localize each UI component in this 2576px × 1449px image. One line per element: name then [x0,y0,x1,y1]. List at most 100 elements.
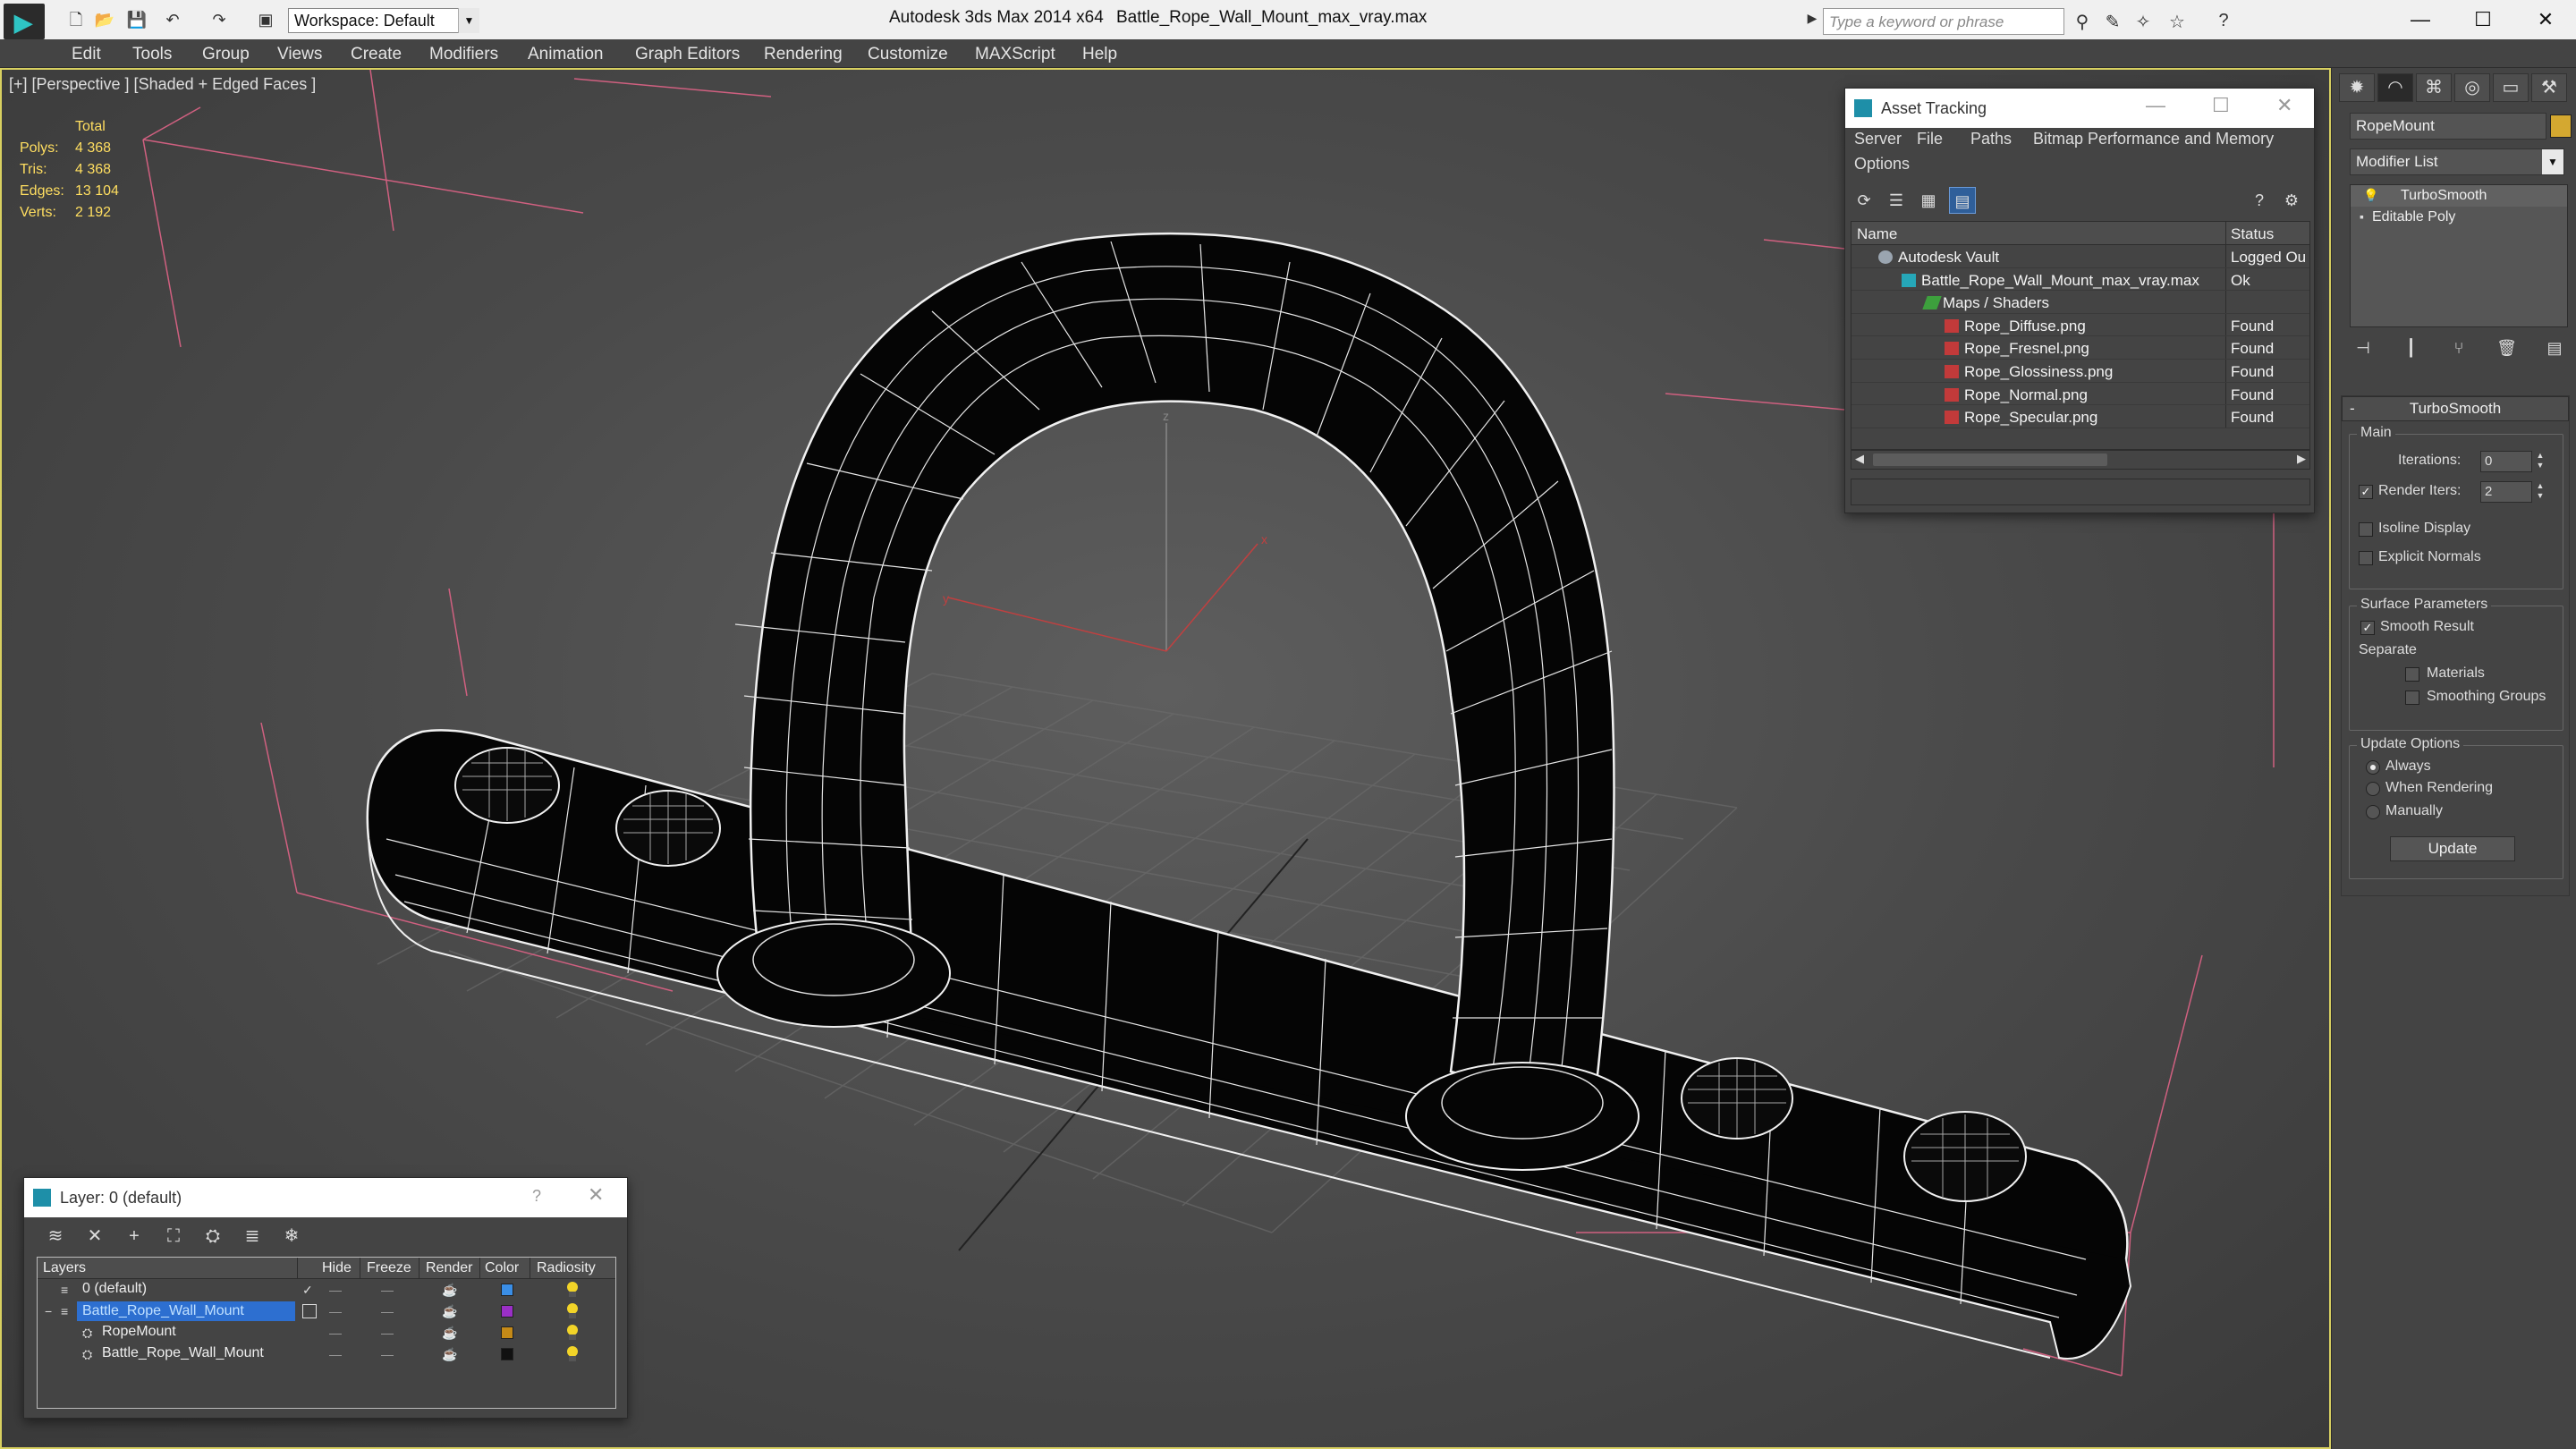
render-teapot-icon[interactable]: ☕ [442,1304,457,1319]
menu-edit[interactable]: Edit [72,45,101,64]
favorites-star-icon[interactable]: ☆ [2165,11,2190,32]
radiosity-bulb-icon[interactable] [565,1303,580,1319]
viewport-label[interactable]: [+] [Perspective ] [Shaded + Edged Faces… [9,75,316,94]
help-icon[interactable]: ? [532,1187,541,1206]
lightbulb-icon[interactable]: 💡 [2363,188,2378,203]
object-color-swatch[interactable] [501,1348,513,1360]
manually-radio[interactable] [2366,805,2380,819]
menu-options[interactable]: Options [1854,155,1910,174]
column-status-header[interactable]: Status [2231,225,2274,243]
add-to-layer-icon[interactable]: + [121,1223,148,1250]
asset-row[interactable]: Rope_Glossiness.png Found [1852,359,2309,383]
minimize-icon[interactable]: — [2146,94,2165,117]
binoculars-icon[interactable]: ⚲ [2070,11,2095,32]
workspace-dropdown[interactable]: Workspace: Default [288,8,479,33]
render-iters-checkbox[interactable]: ✓ [2359,485,2373,499]
save-file-icon[interactable]: 💾 [125,9,148,30]
display-tab-icon[interactable]: ▭ [2493,73,2529,102]
collapse-icon[interactable]: - [2350,397,2355,420]
hide-all-layers-icon[interactable]: ≣ [239,1223,266,1250]
configure-modifier-sets-icon[interactable]: ▤ [2541,335,2568,361]
hide-toggle[interactable]: — [329,1283,342,1297]
menu-modifiers[interactable]: Modifiers [429,45,498,64]
column-render-header[interactable]: Render [426,1260,472,1276]
maximize-button[interactable]: ☐ [2456,4,2510,36]
expand-minus-icon[interactable]: − [45,1304,52,1318]
make-unique-icon[interactable]: ⑂ [2445,335,2472,361]
minimize-button[interactable]: — [2394,4,2447,36]
column-name-header[interactable]: Name [1857,225,1897,243]
menu-tools[interactable]: Tools [132,45,172,64]
rollout-header[interactable]: - TurboSmooth [2342,396,2569,421]
freeze-all-layers-icon[interactable]: ❄ [278,1223,305,1250]
layer-object-row[interactable]: ⛭ RopeMount — — ☕ [38,1322,615,1343]
render-teapot-icon[interactable]: ☕ [442,1326,457,1341]
menu-animation[interactable]: Animation [528,45,604,64]
asset-row[interactable]: Rope_Specular.png Found [1852,405,2309,428]
project-folder-icon[interactable]: ▣ [254,9,277,30]
create-tab-icon[interactable]: ✹ [2339,73,2375,102]
hide-toggle[interactable]: — [329,1347,342,1361]
active-layer-check-icon[interactable]: ✓ [302,1283,313,1298]
smooth-result-checkbox[interactable]: ✓ [2360,621,2375,635]
when-rendering-radio[interactable] [2366,782,2380,796]
freeze-toggle[interactable]: — [381,1283,394,1297]
help-icon[interactable]: ? [2211,11,2236,32]
select-objects-icon[interactable]: ⛶ [160,1223,187,1250]
asset-row[interactable]: Rope_Normal.png Found [1852,382,2309,406]
asset-row[interactable]: Rope_Fresnel.png Found [1852,336,2309,360]
menu-paths[interactable]: Paths [1970,130,2012,148]
scroll-right-icon[interactable]: ▶ [2297,452,2306,466]
show-end-result-icon[interactable]: ┃ [2398,335,2425,361]
highlight-layer-icon[interactable]: ⛭ [199,1223,226,1250]
layer-row-selected[interactable]: − ≡ Battle_Rope_Wall_Mount — — ☕ [38,1301,615,1322]
scroll-left-icon[interactable]: ◀ [1855,452,1864,466]
motion-tab-icon[interactable]: ◎ [2454,73,2490,102]
hierarchy-tab-icon[interactable]: ⌘ [2416,73,2452,102]
menu-file[interactable]: File [1917,130,1943,148]
menu-views[interactable]: Views [277,45,322,64]
active-layer-checkbox[interactable] [302,1304,317,1318]
create-layer-icon[interactable]: ≋ [42,1223,69,1250]
render-iters-spinner[interactable]: 2 [2480,481,2532,503]
stack-item-turbosmooth[interactable]: 💡 TurboSmooth [2351,185,2567,207]
menu-rendering[interactable]: Rendering [764,45,843,64]
column-color-header[interactable]: Color [485,1260,519,1276]
new-file-icon[interactable]: 🗋 [64,9,88,30]
subscription-icon[interactable]: ✎ [2100,11,2125,32]
column-layers-header[interactable]: Layers [43,1260,86,1276]
asset-row[interactable]: Battle_Rope_Wall_Mount_max_vray.max Ok [1852,267,2309,292]
radiosity-bulb-icon[interactable] [565,1346,580,1362]
maximize-icon[interactable]: ☐ [2212,94,2230,117]
object-color-swatch[interactable] [2550,114,2572,138]
layer-color-swatch[interactable] [501,1284,513,1296]
object-name-field[interactable]: RopeMount [2350,113,2546,140]
table-view-icon[interactable]: ▤ [1949,187,1976,214]
list-view-icon[interactable]: ☰ [1883,187,1910,214]
redo-icon[interactable]: ↷ [208,9,231,30]
menu-create[interactable]: Create [351,45,402,64]
radiosity-bulb-icon[interactable] [565,1325,580,1341]
close-button[interactable]: ✕ [2519,4,2572,36]
modifier-list-dropdown[interactable]: Modifier List ▼ [2350,148,2564,175]
menu-graph-editors[interactable]: Graph Editors [635,45,740,64]
asset-row[interactable]: Rope_Diffuse.png Found [1852,313,2309,337]
undo-icon[interactable]: ↶ [161,9,184,30]
menu-help[interactable]: Help [1082,45,1117,64]
remove-modifier-icon[interactable]: 🗑 [2494,335,2521,361]
freeze-toggle[interactable]: — [381,1347,394,1361]
menu-group[interactable]: Group [202,45,250,64]
menu-bitmap-performance[interactable]: Bitmap Performance and Memory [2033,130,2274,148]
refresh-icon[interactable]: ⟳ [1851,187,1877,214]
delete-layer-icon[interactable]: ✕ [81,1223,108,1250]
thumbnail-view-icon[interactable]: ▦ [1915,187,1942,214]
close-icon[interactable]: ✕ [2276,94,2292,117]
layer-window-title-bar[interactable]: Layer: 0 (default) ? ✕ [24,1178,627,1217]
utilities-tab-icon[interactable]: ⚒ [2531,73,2567,102]
explicit-normals-checkbox[interactable] [2359,551,2373,565]
always-radio[interactable] [2366,760,2380,775]
modifier-stack[interactable]: 💡 TurboSmooth ▪ Editable Poly [2350,184,2568,327]
settings-icon[interactable]: ⚙ [2278,187,2305,214]
workspace-dropdown-arrow[interactable]: ▼ [458,8,479,33]
menu-customize[interactable]: Customize [868,45,948,64]
